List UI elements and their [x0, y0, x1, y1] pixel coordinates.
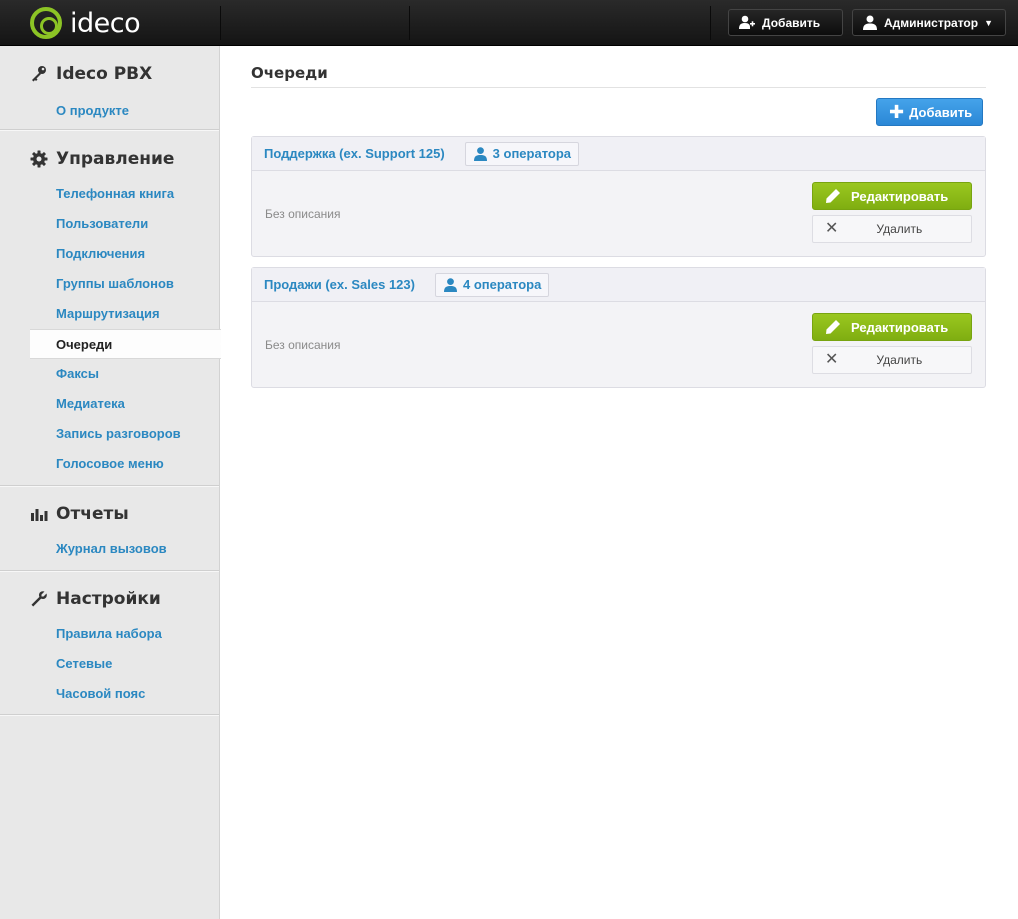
queue-card: Продажи (ex. Sales 123) 4 оператора Без … [251, 267, 986, 388]
queue-header: Поддержка (ex. Support 125) 3 оператора [252, 137, 985, 171]
logo-icon [30, 7, 62, 39]
queue-operators-badge[interactable]: 3 оператора [464, 141, 579, 166]
sidebar-section-title: Настройки [0, 585, 219, 613]
delete-label: Удалить [876, 353, 923, 367]
sidebar-item-connections[interactable]: Подключения [0, 239, 219, 269]
sidebar-item-faxes[interactable]: Факсы [0, 359, 219, 389]
plus-icon: ✚ [889, 102, 905, 122]
logo[interactable]: ideco [30, 7, 141, 39]
queue-card: Поддержка (ex. Support 125) 3 оператора … [251, 136, 986, 257]
top-bar: ideco Добавить Администратор ▼ [0, 0, 1018, 46]
bar-chart-icon [31, 509, 48, 521]
sidebar-item-call-recording[interactable]: Запись разговоров [0, 419, 219, 449]
queue-header: Продажи (ex. Sales 123) 4 оператора [252, 268, 985, 302]
sidebar-item-voice-menu[interactable]: Голосовое меню [0, 449, 219, 479]
edit-button[interactable]: Редактировать [812, 182, 972, 210]
key-icon [32, 66, 46, 82]
header-add-button[interactable]: Добавить [728, 9, 843, 36]
queue-operators-badge[interactable]: 4 оператора [434, 272, 550, 297]
delete-label: Удалить [876, 222, 923, 236]
sidebar-section-title: Отчеты [0, 500, 219, 528]
sidebar-item-timezone[interactable]: Часовой пояс [0, 679, 219, 709]
edit-label: Редактировать [851, 188, 949, 204]
edit-label: Редактировать [851, 319, 949, 335]
sidebar-item-template-groups[interactable]: Группы шаблонов [0, 269, 219, 299]
add-queue-button[interactable]: ✚ Добавить [876, 98, 983, 126]
user-menu-label: Администратор [884, 15, 979, 30]
sidebar-item-dial-rules[interactable]: Правила набора [0, 619, 219, 649]
sidebar-item-about[interactable]: О продукте [0, 96, 219, 126]
sidebar-item-media-library[interactable]: Медиатека [0, 389, 219, 419]
user-icon [863, 15, 877, 30]
queue-description: Без описания [265, 207, 341, 221]
divider [251, 87, 986, 88]
sidebar-section-management: Управление Телефонная книга Пользователи… [0, 130, 229, 486]
logo-text: ideco [70, 7, 141, 39]
delete-button[interactable]: ✕ Удалить [812, 215, 972, 243]
user-icon [443, 277, 457, 292]
divider [220, 6, 221, 40]
edit-button[interactable]: Редактировать [812, 313, 972, 341]
sidebar-item-call-log[interactable]: Журнал вызовов [0, 534, 219, 564]
queue-name-link[interactable]: Поддержка (ex. Support 125) [264, 146, 445, 161]
page-title: Очереди [251, 64, 328, 82]
wrench-icon [31, 591, 47, 607]
add-queue-label: Добавить [909, 104, 973, 120]
user-icon [473, 146, 487, 161]
sidebar-section-title: Ideco PBX [0, 60, 219, 88]
sidebar-item-queues[interactable]: Очереди [30, 329, 229, 359]
sidebar-section-title: Управление [0, 145, 219, 173]
add-user-icon [739, 15, 755, 29]
queue-name-link[interactable]: Продажи (ex. Sales 123) [264, 277, 415, 292]
sidebar-item-phonebook[interactable]: Телефонная книга [0, 179, 219, 209]
sidebar-item-users[interactable]: Пользователи [0, 209, 219, 239]
gear-icon [30, 150, 48, 168]
user-menu-button[interactable]: Администратор ▼ [852, 9, 1006, 36]
queue-description: Без описания [265, 338, 341, 352]
queue-operators-label: 4 оператора [462, 277, 542, 292]
queue-operators-label: 3 оператора [492, 146, 571, 161]
sidebar-item-network[interactable]: Сетевые [0, 649, 219, 679]
divider [710, 6, 711, 40]
sidebar-section-reports: Отчеты Журнал вызовов [0, 486, 219, 571]
sidebar: Ideco PBX О продукте Управление Телефонн… [0, 46, 229, 919]
delete-button[interactable]: ✕ Удалить [812, 346, 972, 374]
pencil-icon [826, 320, 840, 334]
chevron-down-icon: ▼ [984, 17, 994, 28]
pencil-icon [826, 189, 840, 203]
divider [409, 6, 410, 40]
sidebar-section-product: Ideco PBX О продукте [0, 46, 219, 130]
close-icon: ✕ [825, 351, 839, 368]
sidebar-section-settings: Настройки Правила набора Сетевые Часовой… [0, 571, 219, 715]
close-icon: ✕ [825, 220, 839, 237]
header-add-label: Добавить [762, 15, 821, 30]
sidebar-item-routing[interactable]: Маршрутизация [0, 299, 219, 329]
